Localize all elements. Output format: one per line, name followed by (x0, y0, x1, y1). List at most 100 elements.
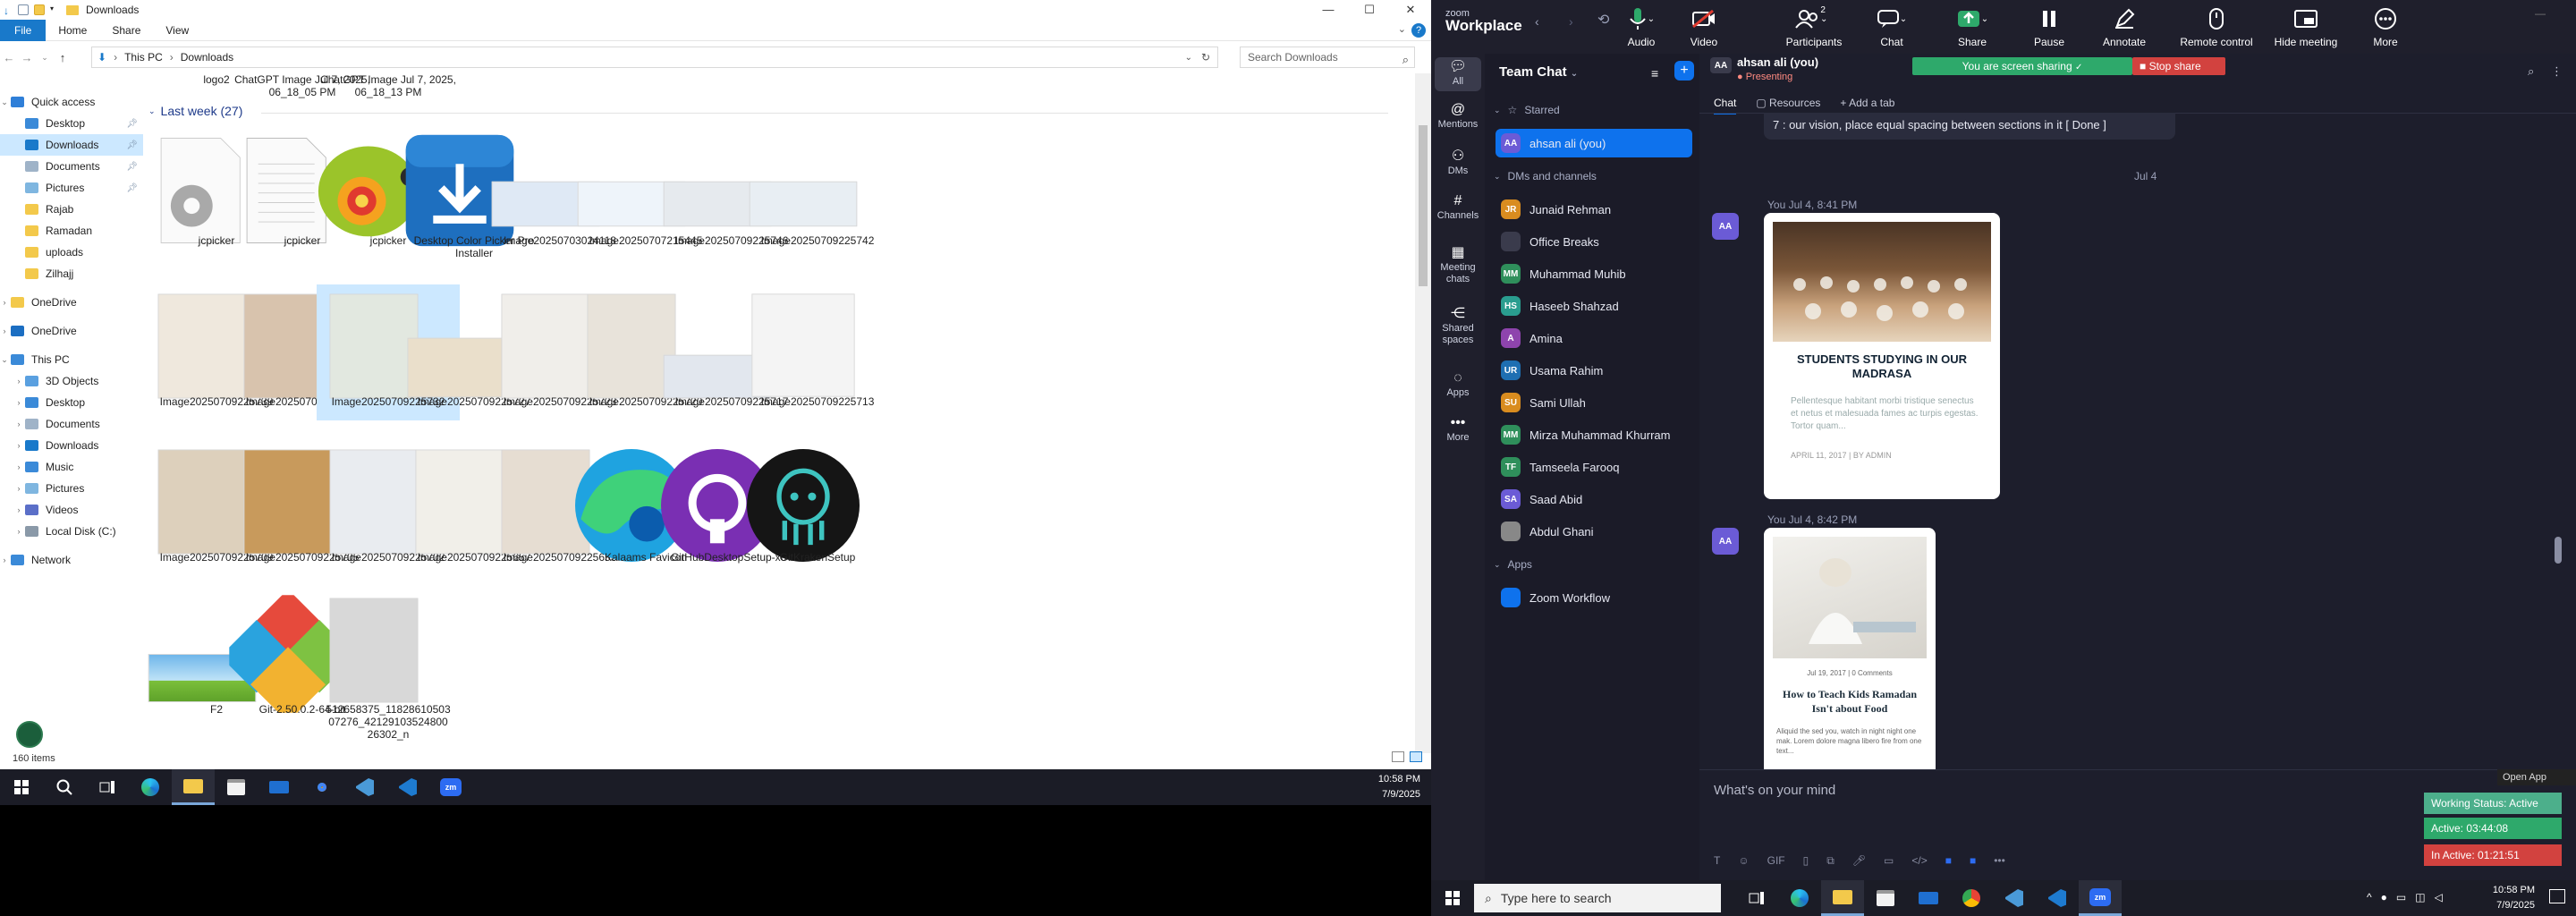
code-icon[interactable]: </> (1911, 854, 1927, 868)
nav-item[interactable]: › Local Disk (C:) (0, 521, 143, 542)
refresh-icon[interactable]: ↻ (1201, 51, 1210, 64)
expand-icon[interactable]: › (0, 298, 11, 307)
nav-item[interactable]: › OneDrive (0, 320, 143, 342)
image-message[interactable]: Jul 19, 2017 | 0 Comments How to Teach K… (1764, 528, 1936, 769)
recent-locations-icon[interactable]: ⌄ (36, 53, 54, 63)
video-message-icon[interactable]: ▭ (1884, 854, 1894, 868)
file-explorer-taskbar-icon[interactable] (172, 769, 215, 805)
tab-view[interactable]: View (153, 20, 201, 41)
new-chat-button[interactable]: + (1674, 61, 1694, 81)
nav-item[interactable]: ⌄ This PC (0, 349, 143, 370)
breadcrumb-this-pc[interactable]: This PC (124, 51, 163, 64)
battery-icon[interactable]: ▭ (2396, 891, 2406, 903)
minimize-button[interactable]: — (1308, 0, 1349, 20)
zoom-taskbar-icon[interactable]: zm (2079, 880, 2122, 916)
rail-item-shared-spaces[interactable]: ⋲ Shared spaces (1431, 304, 1485, 350)
contact-item[interactable]: TF Tamseela Farooq (1496, 453, 1692, 481)
more-options-icon[interactable]: ⋮ (2551, 64, 2563, 79)
expand-icon[interactable]: › (13, 462, 25, 471)
back-button[interactable]: ← (0, 51, 18, 64)
contact-item[interactable]: HS Haseeb Shahzad (1496, 292, 1692, 320)
edge-icon[interactable] (1778, 880, 1821, 916)
contact-item[interactable]: Office Breaks (1496, 227, 1692, 256)
volume-icon[interactable]: ◁ (2435, 891, 2443, 903)
section-header[interactable]: ⌄ Apps (1494, 558, 1532, 571)
properties-icon[interactable] (18, 4, 29, 15)
mail-icon[interactable] (258, 769, 301, 805)
rail-item-apps[interactable]: ◌ Apps (1431, 369, 1485, 403)
contact-item[interactable]: SA Saad Abid (1496, 485, 1692, 513)
audio-message-icon[interactable]: 🎤︎ (1852, 854, 1866, 868)
chat-scroll-thumb[interactable] (2555, 537, 2562, 564)
file-icon[interactable]: ▯ (1803, 854, 1809, 868)
contact-item[interactable]: A Amina (1496, 324, 1692, 352)
rail-item-channels[interactable]: # Channels (1431, 191, 1485, 225)
app-icon[interactable]: ■ (1945, 854, 1952, 868)
contact-item[interactable]: MM Muhammad Muhib (1496, 259, 1692, 288)
nav-item[interactable]: Desktop 📌︎ (0, 113, 143, 134)
section-header[interactable]: ⌄ DMs and channels (1494, 170, 1597, 182)
gif-icon[interactable]: GIF (1767, 854, 1785, 868)
message-input[interactable]: What's on your mind (1714, 783, 1835, 798)
hide-meeting-button[interactable]: Hide meeting (2263, 5, 2349, 48)
nav-item[interactable]: uploads (0, 242, 143, 263)
team-chat-title[interactable]: Team Chat ⌄ (1499, 64, 1578, 80)
remote-control-button[interactable]: Remote control (2174, 5, 2259, 48)
tab-chat[interactable]: Chat (1714, 97, 1737, 114)
nav-item[interactable]: Downloads 📌︎ (0, 134, 143, 156)
large-icons-view-icon[interactable] (1410, 751, 1422, 762)
avatar[interactable]: AA (1712, 528, 1739, 555)
audio-button[interactable]: ⌄ Audio (1610, 5, 1673, 48)
search-icon[interactable]: ⌕ (2528, 64, 2534, 79)
expand-icon[interactable]: › (0, 327, 11, 335)
forward-button[interactable]: → (18, 51, 36, 64)
nav-item[interactable]: Rajab (0, 199, 143, 220)
vscode-icon[interactable] (2036, 880, 2079, 916)
nav-item[interactable]: › Downloads (0, 435, 143, 456)
clock[interactable]: 10:58 PM 7/9/2025 (2493, 883, 2535, 913)
participants-button[interactable]: ⌄ 2 Participants (1771, 5, 1857, 49)
emoji-icon[interactable]: ☺ (1738, 854, 1749, 868)
taskbar-search-input[interactable]: ⌕ Type here to search (1474, 884, 1721, 912)
expand-icon[interactable]: › (0, 556, 11, 564)
task-view-icon[interactable] (1735, 880, 1778, 916)
avatar[interactable] (16, 721, 43, 748)
expand-icon[interactable]: › (13, 398, 25, 407)
vscode-icon[interactable] (1993, 880, 2036, 916)
rail-item-more[interactable]: ••• More (1431, 413, 1485, 447)
nav-item[interactable]: Pictures 📌︎ (0, 177, 143, 199)
search-icon[interactable] (43, 769, 86, 805)
nav-item[interactable]: › Pictures (0, 478, 143, 499)
back-arrow-icon[interactable]: ‹ (1535, 14, 1539, 29)
expand-icon[interactable]: ⌄ (0, 98, 11, 107)
file-item[interactable]: 512658375_1182861050307276_4212910352480… (317, 589, 460, 741)
up-button[interactable]: ↑ (54, 51, 72, 64)
contact-item[interactable]: Zoom Workflow (1496, 583, 1692, 612)
rail-item-all[interactable]: 💬︎ All (1435, 57, 1481, 91)
add-tab-button[interactable]: + Add a tab (1840, 97, 1894, 114)
share-button[interactable]: ⌄ Share (1941, 5, 2004, 48)
nav-item[interactable]: › OneDrive (0, 292, 143, 313)
nav-item[interactable]: › Documents (0, 413, 143, 435)
scroll-thumb[interactable] (1419, 125, 1428, 286)
search-input[interactable]: Search Downloads ⌕ (1240, 47, 1415, 68)
image-message[interactable]: STUDENTS STUDYING IN OUR MADRASA Pellent… (1764, 213, 2000, 499)
nav-item[interactable]: Documents 📌︎ (0, 156, 143, 177)
avatar[interactable]: AA (1712, 213, 1739, 240)
new-folder-icon[interactable] (34, 4, 45, 15)
breadcrumb-downloads[interactable]: Downloads (181, 51, 233, 64)
location-icon[interactable]: ● (2381, 891, 2387, 903)
nav-item[interactable]: Ramadan (0, 220, 143, 242)
stop-share-button[interactable]: ■ Stop share (2132, 57, 2225, 75)
rail-item-meeting-chats[interactable]: ▦ Meeting chats (1431, 243, 1485, 289)
vscode-icon[interactable] (386, 769, 429, 805)
file-item[interactable]: GitKrakenSetup (746, 440, 889, 576)
nav-item[interactable]: › 3D Objects (0, 370, 143, 392)
task-view-icon[interactable] (86, 769, 129, 805)
tab-share[interactable]: Share (99, 20, 153, 41)
forward-arrow-icon[interactable]: › (1569, 14, 1573, 29)
nav-item[interactable]: › Music (0, 456, 143, 478)
rail-item-dms[interactable]: ⚇ DMs (1431, 147, 1485, 181)
store-icon[interactable] (215, 769, 258, 805)
edge-icon[interactable] (129, 769, 172, 805)
